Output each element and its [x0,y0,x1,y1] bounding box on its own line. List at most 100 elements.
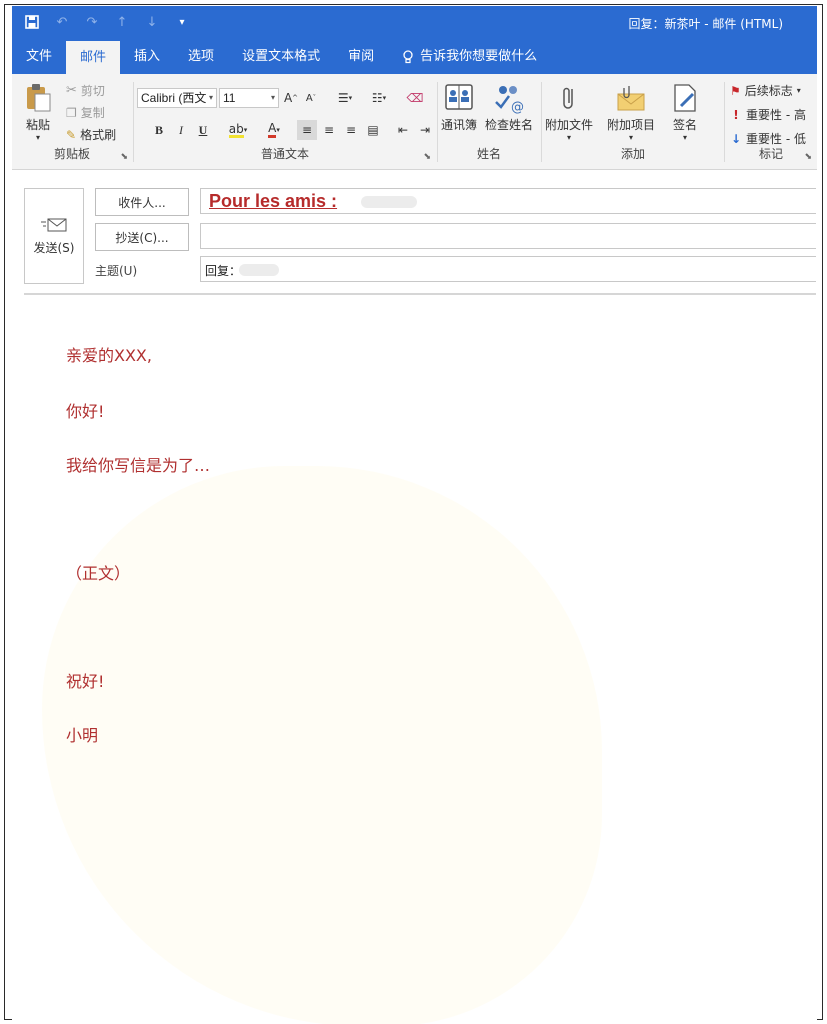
paintbrush-icon: ✎ [66,127,77,142]
window-title: 回复：新茶叶 - 邮件 (HTML) [628,17,783,31]
undo-icon[interactable]: ↶ [54,14,70,30]
chevron-down-icon: ▾ [629,133,634,142]
signature-label: 签名 [672,118,697,132]
chevron-down-icon: ▾ [270,93,275,102]
grow-font-icon[interactable]: A ^ [283,88,299,108]
format-painter-button[interactable]: ✎ 格式刷 [66,126,116,143]
ribbon-tab-bar: 文件 邮件 插入 选项 设置文本格式 审阅 告诉我你想要做什么 [12,40,817,74]
paste-dropdown-icon[interactable]: ▾ [36,133,40,142]
format-painter-label: 格式刷 [80,128,117,142]
names-group: 通讯簿 @ 检查姓名 姓名 [439,78,539,168]
font-name-select[interactable]: Calibri (西⽂ ▾ [137,88,217,108]
tell-me-label: 告诉我你想要做什么 [420,49,538,64]
envelope-attach-icon [615,82,647,114]
basic-text-group: Calibri (西⽂ ▾ 11 ▾ A ^ Aˇ ☰ ▾ ☷ ▾ ⌫ B I U a… [135,78,435,168]
italic-button[interactable]: I [173,120,189,140]
tab-file[interactable]: 文件 [12,40,66,74]
check-names-label: 检查姓名 [485,118,534,132]
clipboard-launcher-icon[interactable]: ⬊ [120,152,128,162]
address-book-icon [443,82,475,114]
copy-button[interactable]: ❐ 复制 [66,104,105,121]
font-size-select[interactable]: 11 ▾ [219,88,279,108]
align-right-icon[interactable]: ≡ [341,120,361,140]
cc-button[interactable]: 抄送(C)... [95,223,189,251]
cut-button[interactable]: ✂ 剪切 [66,82,105,99]
address-book-button[interactable]: 通讯簿 [441,82,477,133]
tab-message[interactable]: 邮件 [66,40,121,74]
tab-format-text[interactable]: 设置文本格式 [228,40,334,74]
redacted-text [239,264,279,276]
font-size-value: 11 [223,91,236,105]
clear-formatting-icon[interactable]: ⌫ [405,88,425,108]
highlight-icon[interactable]: ab ▾ [223,120,253,140]
justify-icon[interactable]: ▤ [363,120,383,140]
clipboard-group: 粘贴 ▾ ✂ 剪切 ❐ 复制 ✎ 格式刷 剪贴板 ⬊ [12,78,132,168]
cc-field[interactable] [200,223,816,249]
body-closing: 祝好! [66,672,105,691]
follow-up-button[interactable]: ⚑ 后续标志 ▾ [730,82,801,99]
group-separator [437,82,438,162]
to-field[interactable]: Pour les amis : [200,188,816,214]
customize-qat-icon[interactable]: ▾ [174,14,190,30]
underline-button[interactable]: U [195,120,211,140]
attach-file-label: 附加文件 [545,118,594,132]
check-names-button[interactable]: @ 检查姓名 [485,82,533,133]
message-body[interactable]: 亲爱的XXX, 你好! 我给你写信是为了… （正文） 祝好! 小明 [12,296,817,1024]
basic-text-launcher-icon[interactable]: ⬊ [423,152,431,162]
font-color-icon[interactable]: A ▾ [259,120,289,140]
ribbon: 粘贴 ▾ ✂ 剪切 ❐ 复制 ✎ 格式刷 剪贴板 ⬊ Calibri (西⽂ ▾… [12,74,817,170]
copy-icon: ❐ [66,105,77,120]
copy-label: 复制 [80,106,105,120]
arrow-down-icon[interactable]: ↓ [144,14,160,30]
align-left-icon[interactable]: ≡ [297,120,317,140]
chevron-down-icon: ▾ [567,133,572,142]
tags-launcher-icon[interactable]: ⬊ [804,152,812,162]
clipboard-group-label: 剪贴板 [53,147,90,161]
paste-label: 粘贴 [25,118,50,132]
tell-me-search[interactable]: 告诉我你想要做什么 [388,40,551,74]
chevron-down-icon: ▾ [208,93,213,102]
tags-group: ⚑ 后续标志 ▾ ! 重要性 - 高 ↓ 重要性 - 低 标记 ⬊ [726,78,816,168]
attach-item-button[interactable]: 附加项目 ▾ [607,82,655,142]
font-name-value: Calibri (西⽂ [141,91,207,105]
body-hello: 你好! [66,402,105,421]
background-wash [42,466,602,1024]
lightbulb-icon [403,50,413,64]
attach-file-button[interactable]: 附加文件 ▾ [545,82,593,142]
body-signature: 小明 [66,726,99,745]
shrink-font-icon[interactable]: Aˇ [303,88,319,108]
tab-review[interactable]: 审阅 [334,40,388,74]
bold-button[interactable]: B [151,120,167,140]
send-envelope-icon [41,218,67,231]
align-center-icon[interactable]: ≡ [319,120,339,140]
basic-text-group-label: 普通文本 [260,147,309,161]
to-button[interactable]: 收件人... [95,188,189,216]
paperclip-icon [553,82,585,114]
high-importance-button[interactable]: ! 重要性 - 高 [730,106,806,123]
group-separator [724,82,725,162]
signature-button[interactable]: 签名 ▾ [669,82,701,142]
attach-item-label: 附加项目 [607,118,656,132]
numbering-icon[interactable]: ☷ ▾ [365,88,393,108]
include-group-label: 添加 [620,147,645,161]
chevron-down-icon: ▾ [796,86,801,95]
paste-icon [22,82,54,114]
send-button[interactable]: 发送(S) [24,188,84,284]
tab-options[interactable]: 选项 [174,40,228,74]
arrow-up-icon[interactable]: ↑ [114,14,130,30]
body-greeting: 亲爱的XXX, [66,346,152,365]
exclamation-icon: ! [733,107,739,122]
send-label: 发送(S) [33,240,75,255]
decrease-indent-icon[interactable]: ⇤ [393,120,413,140]
save-icon[interactable] [24,14,40,30]
subject-value: 回复： [205,264,242,278]
group-separator [133,82,134,162]
paste-button[interactable]: 粘贴 ▾ [22,82,54,142]
tab-insert[interactable]: 插入 [120,40,174,74]
redo-icon[interactable]: ↷ [84,14,100,30]
bullets-icon[interactable]: ☰ ▾ [331,88,359,108]
subject-field[interactable]: 回复： [200,256,816,282]
follow-up-label: 后续标志 [744,84,793,98]
scissors-icon: ✂ [66,83,77,98]
increase-indent-icon[interactable]: ⇥ [415,120,435,140]
